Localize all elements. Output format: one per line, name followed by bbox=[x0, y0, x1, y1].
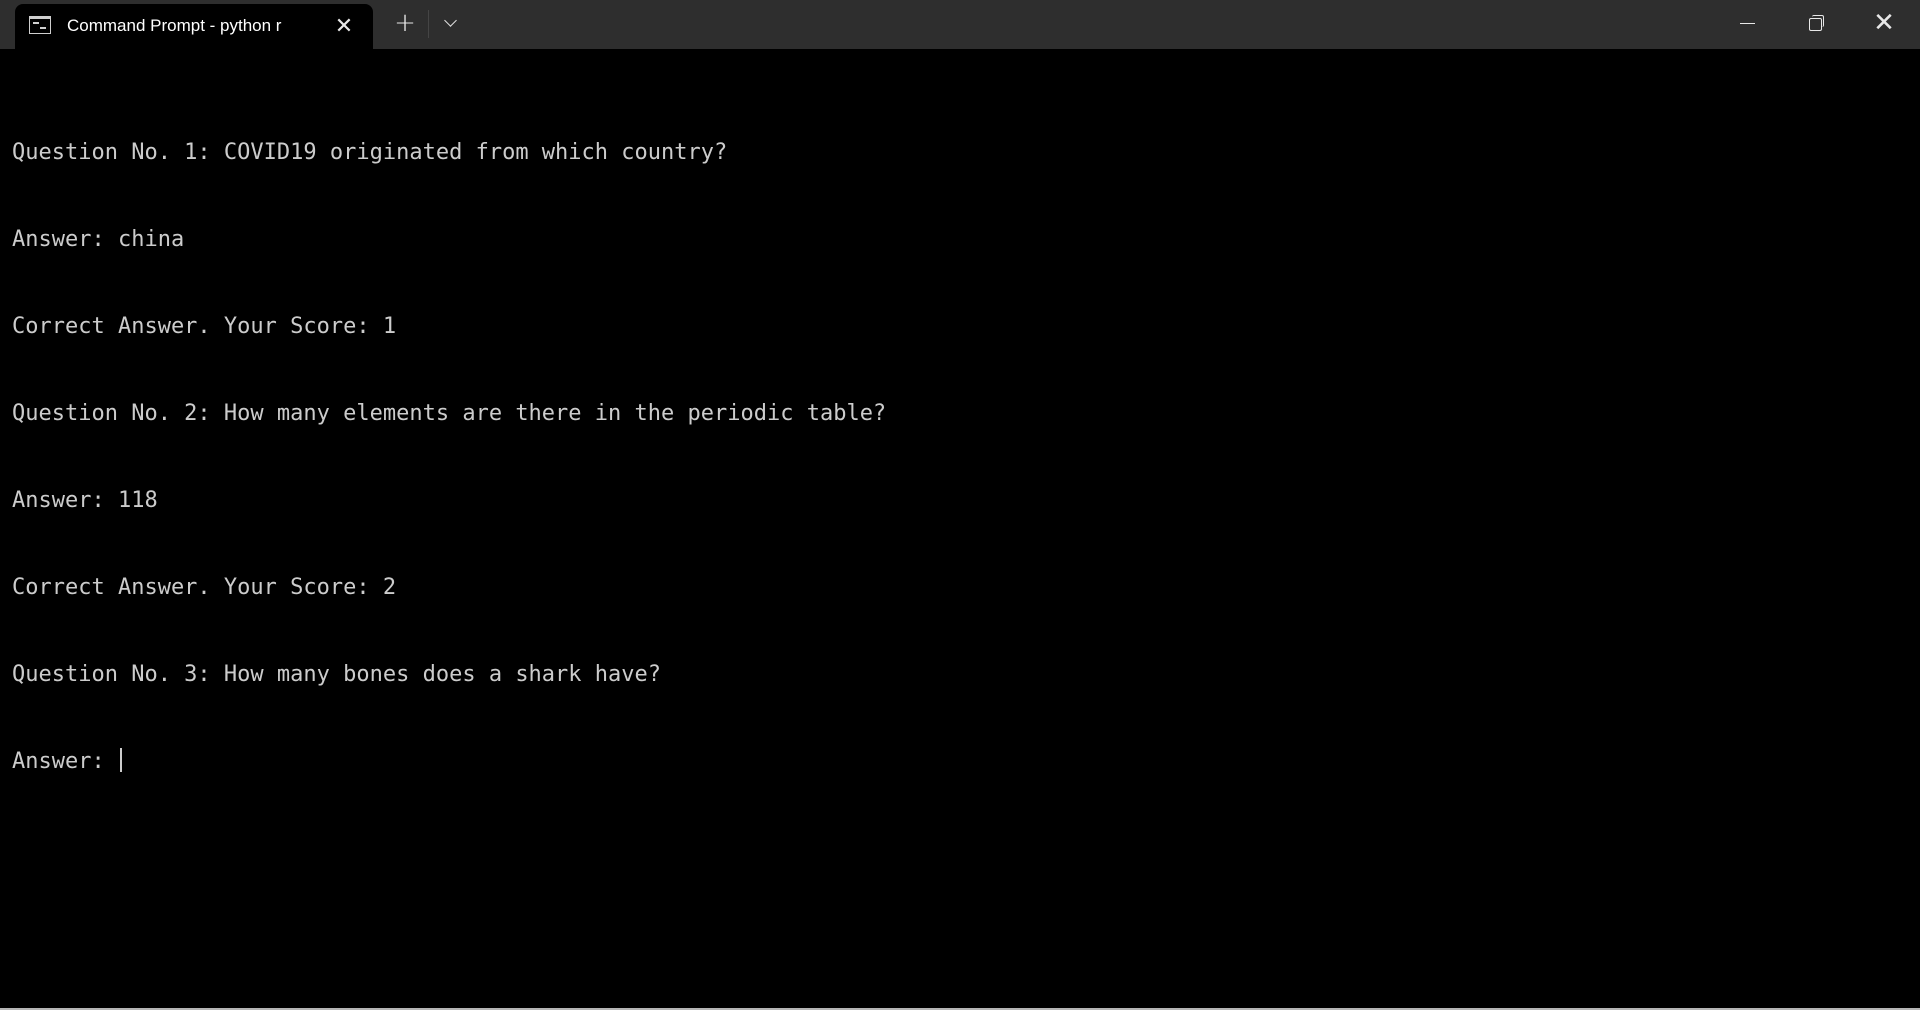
title-bar: Command Prompt - python r ✕ + ✕ bbox=[0, 0, 1920, 49]
terminal-line: Question No. 3: How many bones does a sh… bbox=[12, 662, 662, 687]
prompt-label: Answer: bbox=[12, 749, 118, 774]
close-tab-button[interactable]: ✕ bbox=[331, 14, 357, 40]
restore-button[interactable] bbox=[1781, 0, 1849, 48]
tab-command-prompt[interactable]: Command Prompt - python r ✕ bbox=[15, 4, 373, 49]
text-cursor bbox=[119, 748, 122, 772]
terminal-line: Question No. 1: COVID19 originated from … bbox=[12, 140, 728, 165]
terminal-line: Correct Answer. Your Score: 1 bbox=[12, 314, 397, 339]
tab-dropdown-button[interactable] bbox=[436, 8, 466, 38]
terminal-line: Correct Answer. Your Score: 2 bbox=[12, 575, 397, 600]
divider bbox=[428, 10, 429, 38]
close-window-button[interactable]: ✕ bbox=[1850, 0, 1918, 48]
input-line[interactable]: Answer: bbox=[12, 747, 1912, 776]
terminal-line: Answer: china bbox=[12, 227, 185, 252]
terminal-line: Question No. 2: How many elements are th… bbox=[12, 401, 887, 426]
new-tab-button[interactable]: + bbox=[390, 8, 420, 38]
tab-title: Command Prompt - python r bbox=[67, 16, 282, 35]
terminal-line: Answer: 118 bbox=[12, 488, 158, 513]
terminal-icon bbox=[29, 16, 51, 34]
minimize-button[interactable] bbox=[1713, 0, 1781, 48]
terminal-output[interactable]: Question No. 1: COVID19 originated from … bbox=[12, 80, 1912, 1000]
